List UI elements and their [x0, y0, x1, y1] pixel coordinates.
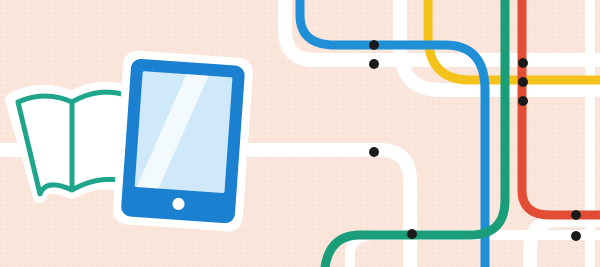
transit-illustration-banner: [0, 0, 600, 267]
station-dot: [369, 147, 379, 157]
open-book-icon: [5, 81, 139, 203]
station-dot: [571, 231, 581, 241]
tablet-icon: [112, 50, 253, 232]
station-dot: [369, 59, 379, 69]
station-dot: [571, 210, 581, 220]
station-dot: [369, 40, 379, 50]
station-dot: [407, 229, 417, 239]
station-dot: [518, 58, 528, 68]
station-dot: [518, 96, 528, 106]
station-dot: [518, 77, 528, 87]
illustration-canvas: [0, 0, 600, 267]
